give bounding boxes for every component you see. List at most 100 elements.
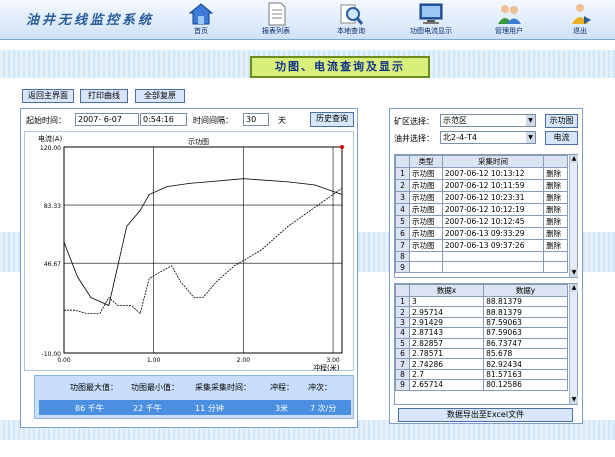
data-x-header: 数据x xyxy=(408,284,485,297)
record-type: 示功图 xyxy=(409,239,443,252)
table-row[interactable]: 8 xyxy=(395,250,568,263)
scroll-down-icon[interactable]: ▼ xyxy=(570,269,578,277)
table-row: 3 2.91429 87.59063 xyxy=(395,316,568,329)
current-button[interactable]: 电流 xyxy=(545,131,578,145)
record-time: 2007-06-12 10:11:59 xyxy=(441,179,545,192)
record-type xyxy=(409,261,443,273)
row-number: 3 xyxy=(395,316,410,329)
return-main-button[interactable]: 返回主界面 xyxy=(22,89,74,103)
exit-icon xyxy=(572,4,591,24)
table-row: 4 2.87143 87.59063 xyxy=(395,327,568,339)
dyno-button[interactable]: 示功图 xyxy=(545,114,578,128)
table-row: 9 2.65714 80.12586 xyxy=(395,379,568,391)
interval-label: 时间间隔： xyxy=(193,116,233,125)
record-type: 示功图 xyxy=(409,167,443,180)
type-header: 类型 xyxy=(409,155,443,168)
nav-exit-button[interactable]: 退出 xyxy=(555,1,605,39)
table-row: 1 3 88.81379 xyxy=(395,295,568,308)
nav-report-label: 报表列表 xyxy=(262,27,290,35)
area-select[interactable]: 示范区 ▼ xyxy=(440,114,536,127)
stroke-value: 3米 xyxy=(275,404,289,413)
records-scrollbar[interactable]: ▲ ▼ xyxy=(569,155,578,277)
nav-exit-label: 退出 xyxy=(573,27,587,35)
data-x-cell: 2.82857 xyxy=(408,337,485,349)
delete-link[interactable]: 删除 xyxy=(543,179,568,192)
scroll-up-icon[interactable]: ▲ xyxy=(570,155,578,163)
stroke-label: 冲程： xyxy=(270,383,294,392)
delete-link[interactable]: 删除 xyxy=(543,167,568,180)
well-select-value: 北2-4-T4 xyxy=(443,133,477,142)
row-number: 6 xyxy=(395,227,410,240)
data-y-cell: 87.59063 xyxy=(483,327,568,339)
table-row: 5 2.82857 86.73747 xyxy=(395,337,568,349)
delete-link[interactable]: 删除 xyxy=(543,239,568,252)
x-tick-label: 2.00 xyxy=(237,357,251,364)
interval-field[interactable]: 30 xyxy=(243,113,269,126)
table-row[interactable]: 1 示功图 2007-06-12 10:13:12 删除 xyxy=(395,167,568,180)
values-scrollbar[interactable]: ▲ ▼ xyxy=(569,284,578,404)
table-row[interactable]: 5 示功图 2007-06-12 10:12:45 删除 xyxy=(395,215,568,228)
delete-link[interactable]: 删除 xyxy=(543,191,568,204)
plot-area xyxy=(63,146,343,354)
table-row[interactable]: 4 示功图 2007-06-12 10:12:19 删除 xyxy=(395,203,568,216)
row-number: 1 xyxy=(395,167,410,180)
start-date-field[interactable]: 2007- 6-07 xyxy=(75,113,139,126)
row-number: 8 xyxy=(395,250,410,263)
data-x-cell: 3 xyxy=(408,295,485,308)
reset-all-button[interactable]: 全部复原 xyxy=(135,89,185,103)
table-row[interactable]: 7 示功图 2007-06-13 09:37:26 删除 xyxy=(395,239,568,252)
area-select-value: 示范区 xyxy=(443,116,467,125)
min-label: 功图最小值： xyxy=(131,383,179,392)
row-number: 5 xyxy=(395,337,410,349)
record-time: 2007-06-12 10:23:31 xyxy=(441,191,545,204)
row-number: 2 xyxy=(395,179,410,192)
freq-value: 7 次/分 xyxy=(310,404,337,413)
table-row[interactable]: 3 示功图 2007-06-12 10:23:31 删除 xyxy=(395,191,568,204)
export-excel-button[interactable]: 数据导出至Excel文件 xyxy=(398,408,573,422)
record-time xyxy=(441,250,545,263)
delete-link[interactable] xyxy=(543,261,568,273)
record-type: 示功图 xyxy=(409,227,443,240)
row-number: 8 xyxy=(395,368,410,381)
row-number: 9 xyxy=(395,261,410,273)
nav-manage-users-button[interactable]: 管理用户 xyxy=(478,1,540,39)
delete-link[interactable]: 删除 xyxy=(543,203,568,216)
dyno-current-query-title-button[interactable]: 功图、电流查询及显示 xyxy=(250,56,430,78)
print-chart-button[interactable]: 打印曲线 xyxy=(80,89,128,103)
data-y-cell: 88.81379 xyxy=(483,295,568,308)
summary-info-box: 功图最大值： 功图最小值： 采集采集时间： 冲程： 冲次： 86 千牛 22 千… xyxy=(34,375,354,419)
dyno-chart[interactable]: 120.0083.3346.67-10.000.00 1.00 2.00 3.00 xyxy=(24,131,354,371)
record-type: 示功图 xyxy=(409,203,443,216)
marker-point xyxy=(340,145,344,149)
collect-time-label: 采集采集时间： xyxy=(195,383,251,392)
scroll-down-icon[interactable]: ▼ xyxy=(570,396,578,404)
start-time-field[interactable]: 0:54:16 xyxy=(140,113,187,126)
data-x-cell: 2.91429 xyxy=(408,316,485,329)
delete-link[interactable]: 删除 xyxy=(543,227,568,240)
table-row[interactable]: 9 xyxy=(395,261,568,273)
delete-link[interactable]: 删除 xyxy=(543,215,568,228)
record-time: 2007-06-12 10:12:45 xyxy=(441,215,545,228)
record-time: 2007-06-13 09:33:29 xyxy=(441,227,545,240)
y-tick-label: 83.33 xyxy=(44,203,61,210)
records-table: 类型 采集时间 1 示功图 2007-06-12 10:13:12 删除 2 示功图 2007… xyxy=(395,155,568,273)
record-time xyxy=(441,261,545,273)
row-number: 4 xyxy=(395,203,410,216)
x-tick-label: 0.00 xyxy=(57,357,71,364)
table-row[interactable]: 6 示功图 2007-06-13 09:33:29 删除 xyxy=(395,227,568,240)
row-number-header xyxy=(395,155,410,168)
interval-unit: 天 xyxy=(278,116,286,125)
nav-dyno-display-button[interactable]: 功图电流显示 xyxy=(395,1,467,39)
row-number: 2 xyxy=(395,306,410,318)
delete-link[interactable] xyxy=(543,250,568,263)
values-table: 数据x 数据y 1 3 88.81379 2 2.95714 88.81379 3 2.9142… xyxy=(395,284,568,391)
scroll-up-icon[interactable]: ▲ xyxy=(570,284,578,292)
table-row[interactable]: 2 示功图 2007-06-12 10:11:59 删除 xyxy=(395,179,568,192)
history-query-button[interactable]: 历史查询 xyxy=(310,112,354,127)
well-select[interactable]: 北2-4-T4 ▼ xyxy=(440,131,536,144)
nav-local-query-button[interactable]: 本地查询 xyxy=(320,1,382,39)
nav-home-button[interactable]: 首页 xyxy=(170,1,232,39)
row-number: 9 xyxy=(395,379,410,391)
data-y-cell: 86.73747 xyxy=(483,337,568,349)
nav-report-button[interactable]: 报表列表 xyxy=(245,1,307,39)
